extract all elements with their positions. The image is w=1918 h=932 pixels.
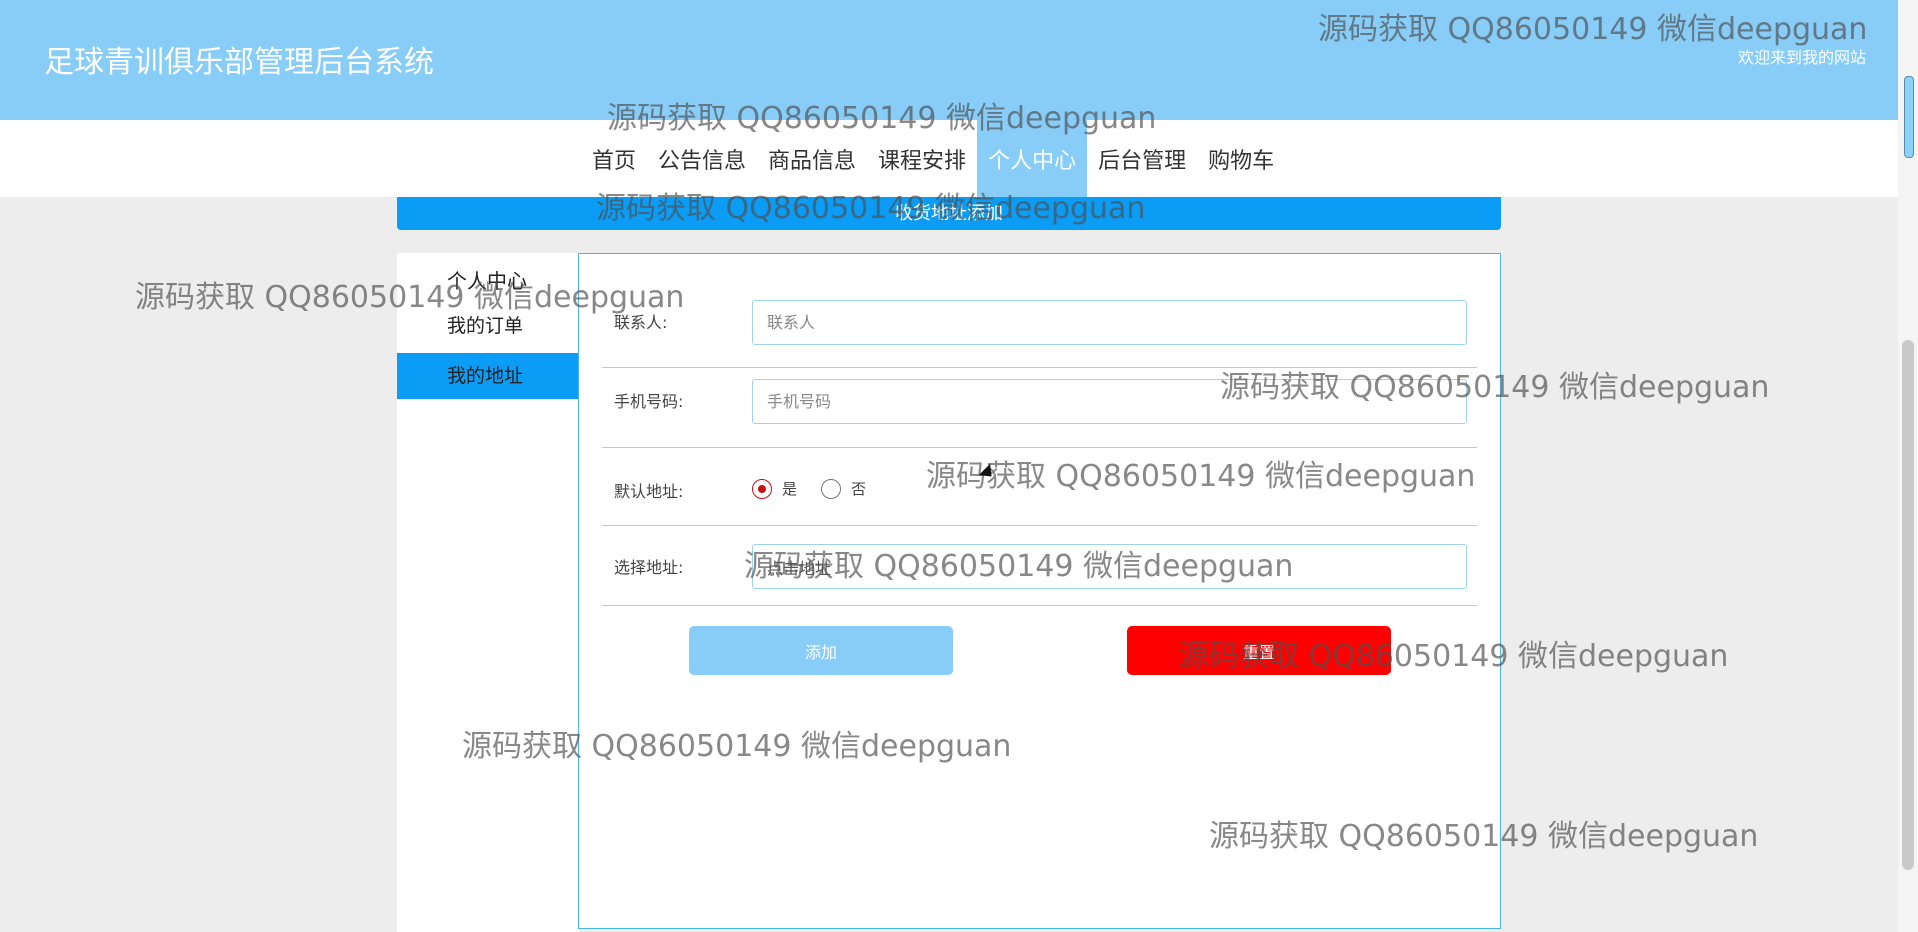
select-address-label: 选择地址: <box>614 558 684 577</box>
address-form-panel: 联系人: 手机号码: 默认地址: 是 否 选择地址: <box>578 253 1501 929</box>
contact-label: 联系人: <box>614 313 668 332</box>
sidebar-item-my-orders[interactable]: 我的订单 <box>397 303 579 349</box>
default-address-label: 默认地址: <box>614 482 684 501</box>
default-yes-label: 是 <box>782 480 798 498</box>
page-section-banner: 收货地址添加 <box>397 197 1501 230</box>
site-title: 足球青训俱乐部管理后台系统 <box>44 45 434 80</box>
nav-item-admin[interactable]: 后台管理 <box>1087 120 1197 197</box>
nav-item-home[interactable]: 首页 <box>581 120 647 197</box>
sidebar: 个人中心 我的订单 我的地址 <box>397 253 579 932</box>
nav-item-announcements[interactable]: 公告信息 <box>647 120 757 197</box>
nav-list: 首页 公告信息 商品信息 课程安排 个人中心 后台管理 购物车 <box>581 120 1285 197</box>
page-scrollbar[interactable] <box>1898 0 1918 932</box>
phone-row: 手机号码: <box>602 368 1477 448</box>
scroll-indicator-icon[interactable] <box>1904 76 1914 158</box>
nav-item-products[interactable]: 商品信息 <box>757 120 867 197</box>
select-address-row: 选择地址: <box>602 526 1477 606</box>
banner-title: 收货地址添加 <box>895 203 1003 224</box>
radio-unchecked-icon[interactable] <box>821 478 842 499</box>
sidebar-title: 个人中心 <box>447 269 527 293</box>
radio-checked-icon[interactable] <box>752 478 772 499</box>
nav-item-course-schedule[interactable]: 课程安排 <box>867 120 977 197</box>
welcome-text: 欢迎来到我的网站 <box>1737 48 1866 67</box>
default-no-label: 否 <box>851 480 867 498</box>
add-button[interactable]: 添加 <box>689 626 953 675</box>
phone-label: 手机号码: <box>614 392 684 411</box>
sidebar-item-my-address[interactable]: 我的地址 <box>397 353 579 399</box>
contact-input[interactable] <box>752 300 1467 345</box>
main-navigation: 首页 公告信息 商品信息 课程安排 个人中心 后台管理 购物车 <box>0 120 1898 197</box>
page: 足球青训俱乐部管理后台系统 欢迎来到我的网站 首页 公告信息 商品信息 课程安排… <box>0 0 1918 932</box>
header-bar: 足球青训俱乐部管理后台系统 欢迎来到我的网站 <box>0 0 1898 120</box>
scrollbar-thumb[interactable] <box>1902 340 1914 870</box>
select-address-input[interactable] <box>752 544 1467 589</box>
phone-input[interactable] <box>752 379 1467 424</box>
default-address-row: 默认地址: 是 否 <box>602 448 1477 526</box>
nav-item-cart[interactable]: 购物车 <box>1197 120 1285 197</box>
reset-button[interactable]: 重置 <box>1127 626 1391 675</box>
default-no-option[interactable]: 否 <box>821 478 866 499</box>
nav-item-personal-center[interactable]: 个人中心 <box>977 120 1088 197</box>
contact-row: 联系人: <box>602 289 1477 368</box>
default-address-radio-group: 是 否 <box>752 478 880 499</box>
default-yes-option[interactable]: 是 <box>752 478 797 499</box>
